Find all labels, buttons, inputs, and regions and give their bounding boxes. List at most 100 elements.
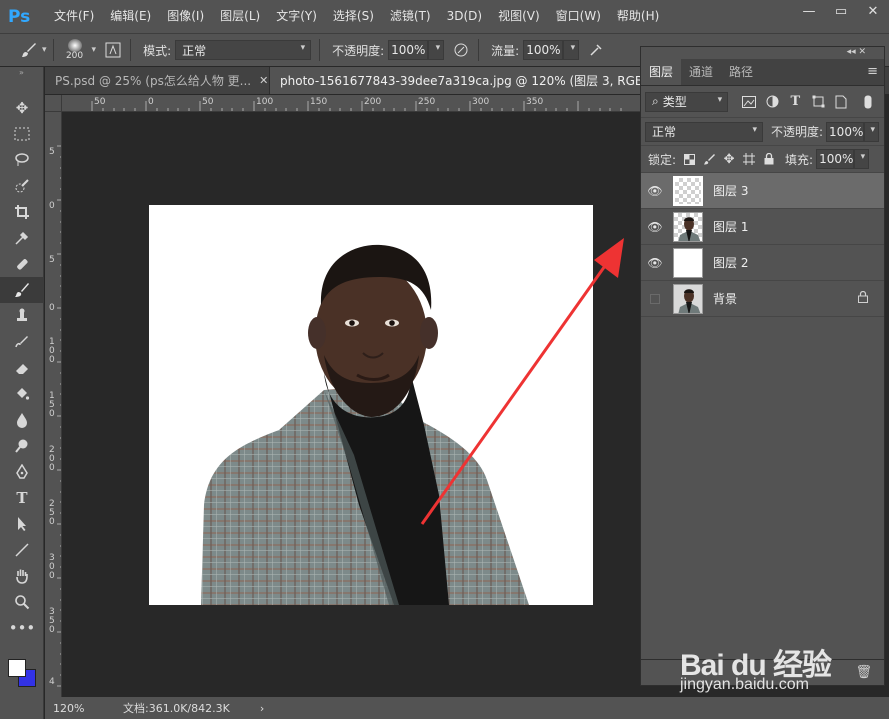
- lock-pixels-icon[interactable]: [699, 149, 719, 169]
- foreground-color-swatch[interactable]: [8, 659, 26, 677]
- menu-file[interactable]: 文件(F): [46, 0, 102, 33]
- filter-kind-select[interactable]: ⌕ 类型 ▾: [645, 91, 729, 112]
- filter-adjustment-icon[interactable]: [761, 92, 784, 112]
- tab-ps-psd[interactable]: PS.psd @ 25% (ps怎么给人物 更... ✕: [45, 67, 270, 94]
- tab-photo-jpg[interactable]: photo-1561677843-39dee7a319ca.jpg @ 120%…: [270, 67, 698, 94]
- menu-help[interactable]: 帮助(H): [609, 0, 667, 33]
- blend-row: 正常 ▾ 不透明度: 100% ▾: [641, 118, 884, 146]
- more-tools-icon[interactable]: •••: [0, 615, 44, 641]
- menu-3d[interactable]: 3D(D): [439, 0, 490, 33]
- close-button[interactable]: ✕: [857, 0, 889, 22]
- opacity-value: 100%: [391, 43, 426, 57]
- opacity-dropdown[interactable]: ▾: [428, 40, 445, 60]
- panel-grip-icon[interactable]: »: [0, 67, 43, 77]
- tab-layers[interactable]: 图层: [641, 59, 682, 85]
- filter-pixel-icon[interactable]: [738, 92, 761, 112]
- layer-name[interactable]: 背景: [713, 290, 737, 307]
- close-icon[interactable]: ✕: [259, 74, 268, 87]
- lock-transparent-icon[interactable]: [679, 149, 699, 169]
- eraser-tool-icon[interactable]: [0, 355, 44, 381]
- layer-row-2[interactable]: 👁 图层 2: [641, 245, 884, 281]
- document-canvas[interactable]: [149, 205, 593, 605]
- brush-tool-icon[interactable]: [18, 39, 40, 61]
- pressure-opacity-icon[interactable]: [450, 39, 472, 61]
- line-tool-icon[interactable]: [0, 537, 44, 563]
- canvas-workspace[interactable]: [62, 112, 640, 697]
- pen-tool-icon[interactable]: [0, 459, 44, 485]
- layer-row-1[interactable]: 👁 图层 1: [641, 209, 884, 245]
- filter-shape-icon[interactable]: [807, 92, 830, 112]
- menu-view[interactable]: 视图(V): [490, 0, 548, 33]
- paint-bucket-tool-icon[interactable]: [0, 381, 44, 407]
- layer-opacity-input[interactable]: 100%: [826, 121, 865, 142]
- menu-layer[interactable]: 图层(L): [212, 0, 268, 33]
- opacity-input[interactable]: 100%: [388, 40, 429, 60]
- layer-thumbnail: [673, 211, 703, 242]
- layer-opacity-dropdown[interactable]: ▾: [864, 121, 880, 142]
- lasso-tool-icon[interactable]: [0, 147, 44, 173]
- visibility-eye-icon[interactable]: 👁: [641, 220, 669, 234]
- menu-type[interactable]: 文字(Y): [268, 0, 325, 33]
- layer-blend-mode-select[interactable]: 正常 ▾: [645, 121, 763, 142]
- airbrush-icon[interactable]: [585, 39, 607, 61]
- zoom-tool-icon[interactable]: [0, 589, 44, 615]
- healing-brush-tool-icon[interactable]: [0, 251, 44, 277]
- menu-image[interactable]: 图像(I): [159, 0, 212, 33]
- flow-input[interactable]: 100%: [523, 40, 564, 60]
- lock-all-icon[interactable]: [759, 149, 779, 169]
- path-selection-tool-icon[interactable]: [0, 511, 44, 537]
- layer-name[interactable]: 图层 2: [713, 254, 748, 271]
- eyedropper-tool-icon[interactable]: [0, 225, 44, 251]
- quick-selection-tool-icon[interactable]: [0, 173, 44, 199]
- marquee-tool-icon[interactable]: [0, 121, 44, 147]
- color-swatches[interactable]: [8, 659, 38, 691]
- filter-toggle-icon[interactable]: [857, 92, 880, 112]
- blur-tool-icon[interactable]: [0, 407, 44, 433]
- panel-menu-icon[interactable]: ≡: [867, 64, 878, 79]
- panel-collapse-icon[interactable]: ◂◂ ✕: [641, 47, 884, 59]
- window-controls: — ▭ ✕: [793, 0, 889, 22]
- lock-artboard-icon[interactable]: [739, 149, 759, 169]
- visibility-toggle[interactable]: [641, 293, 669, 304]
- visibility-eye-icon[interactable]: 👁: [641, 184, 669, 198]
- filter-type-icon[interactable]: T: [784, 92, 807, 112]
- menu-edit[interactable]: 编辑(E): [102, 0, 159, 33]
- ruler-origin[interactable]: [45, 95, 62, 112]
- visibility-eye-icon[interactable]: 👁: [641, 256, 669, 270]
- clone-stamp-tool-icon[interactable]: [0, 303, 44, 329]
- menu-select[interactable]: 选择(S): [325, 0, 382, 33]
- layer-name[interactable]: 图层 3: [713, 182, 748, 199]
- layer-row-3[interactable]: 👁 图层 3: [641, 173, 884, 209]
- menu-window[interactable]: 窗口(W): [548, 0, 609, 33]
- restore-button[interactable]: ▭: [825, 0, 857, 22]
- brush-picker-chevron-icon[interactable]: ▾: [92, 45, 97, 55]
- brush-preset-picker[interactable]: 200: [64, 39, 86, 61]
- zoom-level[interactable]: 120%: [45, 702, 95, 715]
- filter-smart-object-icon[interactable]: [830, 92, 853, 112]
- brush-settings-icon[interactable]: [102, 39, 124, 61]
- layer-opacity-label: 不透明度:: [771, 125, 824, 139]
- tool-preset-chevron-icon[interactable]: ▾: [42, 45, 47, 55]
- minimize-button[interactable]: —: [793, 0, 825, 22]
- brush-tool-icon[interactable]: [0, 277, 44, 303]
- flow-dropdown[interactable]: ▾: [563, 40, 580, 60]
- tab-channels[interactable]: 通道: [681, 59, 721, 85]
- tab-paths[interactable]: 路径: [721, 59, 761, 85]
- hand-tool-icon[interactable]: [0, 563, 44, 589]
- blend-mode-select[interactable]: 正常 ▾: [175, 40, 312, 60]
- lock-position-icon[interactable]: ✥: [719, 149, 739, 169]
- pupil: [349, 320, 355, 326]
- dodge-tool-icon[interactable]: [0, 433, 44, 459]
- fill-input[interactable]: 100%: [816, 149, 855, 169]
- horizontal-ruler[interactable]: 50 0 50 100 150 200 250 300 350: [62, 95, 642, 112]
- crop-tool-icon[interactable]: [0, 199, 44, 225]
- status-menu-arrow-icon[interactable]: ›: [260, 702, 264, 715]
- move-tool-icon[interactable]: ✥: [0, 95, 44, 121]
- type-tool-icon[interactable]: T: [0, 485, 44, 511]
- layer-name[interactable]: 图层 1: [713, 218, 748, 235]
- vertical-ruler[interactable]: 5 0 5 0 1 0 0 1 5 0 2 0 0 2 5 0 3 0 0 3 …: [45, 112, 62, 697]
- menu-filter[interactable]: 滤镜(T): [382, 0, 439, 33]
- fill-dropdown[interactable]: ▾: [854, 149, 870, 169]
- history-brush-tool-icon[interactable]: [0, 329, 44, 355]
- layer-row-background[interactable]: 背景: [641, 281, 884, 317]
